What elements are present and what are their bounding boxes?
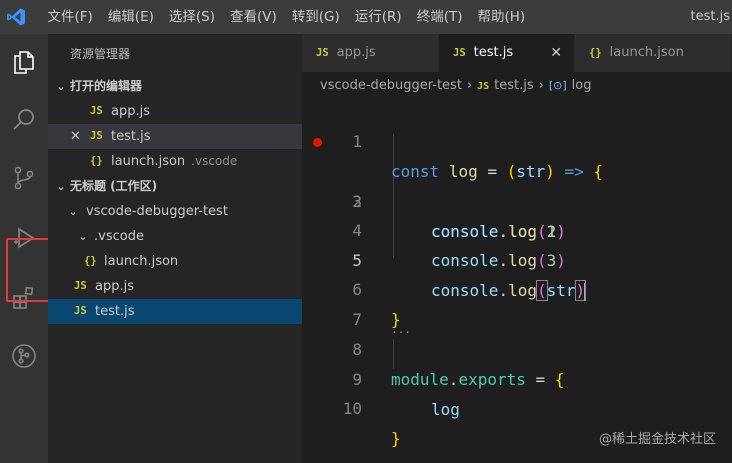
code-text: } [391,429,401,448]
source-control-icon[interactable] [0,154,48,202]
workspace-header[interactable]: ⌄ 无标题 (工作区) [48,174,302,199]
chevron-down-icon: ⌄ [56,80,66,93]
breadcrumb-symbol[interactable]: log [572,78,592,93]
window-title: test.js [690,9,730,24]
code-line-4: 4 console.log(3) [302,186,732,270]
git-graph-icon[interactable] [0,332,48,380]
code-line-8: 8 module.exports = { [302,305,732,389]
watermark: @稀土掘金技术社区 [598,432,716,447]
workspace-label: 无标题 (工作区) [70,179,158,193]
tree-folder-label: .vscode [94,229,144,244]
json-file-icon: {} [84,255,97,267]
tab-test-js[interactable]: JS test.js ✕ [439,34,575,72]
menu-bar: 文件(F) 编辑(E) 选择(S) 查看(V) 转到(G) 运行(R) 终端(T… [32,0,533,34]
breadcrumb-folder[interactable]: vscode-debugger-test [320,78,462,93]
activity-bar [0,34,52,463]
explorer-sidebar: 资源管理器 ⌄ 打开的编辑器 JS app.js ✕ JS test.js {}… [48,34,302,463]
tab-label: launch.json [609,45,684,60]
code-line-5: 5 console.log(str) [302,216,732,301]
js-file-icon: JS [316,47,329,59]
chevron-right-icon: › [538,78,544,93]
explorer-title: 资源管理器 [70,47,131,61]
tree-file-app-js[interactable]: JS app.js [48,274,302,299]
menu-terminal[interactable]: 终端(T) [409,0,470,34]
open-editor-item-app-js[interactable]: JS app.js [48,99,302,124]
open-editors-header[interactable]: ⌄ 打开的编辑器 [48,74,302,99]
breadcrumb: vscode-debugger-test › JS test.js › [⊙] log [302,72,732,100]
json-file-icon: {} [589,47,602,59]
code-line-1: 1 const log = (str) => { [302,97,732,181]
open-editor-label: launch.json [111,154,186,169]
tab-launch-json[interactable]: {} launch.json [575,34,732,72]
open-editor-label: test.js [111,129,151,144]
js-file-icon: JS [453,47,466,59]
menu-go[interactable]: 转到(G) [284,0,347,34]
menu-selection[interactable]: 选择(S) [161,0,222,34]
tree-file-launch-json[interactable]: {} launch.json [48,249,302,274]
open-editor-item-launch-json[interactable]: {} launch.json .vscode [48,149,302,174]
search-icon[interactable] [0,96,48,144]
breakpoint-icon[interactable] [313,138,322,147]
open-editor-label: app.js [111,104,150,119]
tree-file-label: launch.json [104,254,179,269]
code-text: log [431,400,460,419]
open-editor-desc: .vscode [191,154,238,168]
tab-label: test.js [473,45,514,60]
menu-file[interactable]: 文件(F) [40,0,100,34]
open-editor-label-wrap: launch.json .vscode [111,149,237,174]
js-file-icon: JS [90,105,103,117]
menu-help[interactable]: 帮助(H) [470,0,533,34]
vscode-logo-icon [0,0,32,34]
tree-file-label: app.js [95,279,134,294]
code-line-3: 3 console.log(2) [302,157,732,241]
run-debug-highlight-box [6,238,52,302]
chevron-down-icon: ⌄ [68,205,78,218]
js-file-icon: JS [74,305,87,317]
json-file-icon: {} [90,155,103,167]
code-line-10: 10 } [302,364,732,448]
title-bar: 文件(F) 编辑(E) 选择(S) 查看(V) 转到(G) 运行(R) 终端(T… [0,0,732,34]
code-line-7: 7 [302,275,732,329]
tree-file-label: test.js [95,304,135,319]
chevron-down-icon: ⌄ [56,180,66,193]
code-line-9: 9 log [302,335,732,419]
close-icon[interactable]: ✕ [550,34,562,72]
tree-folder-root[interactable]: ⌄ vscode-debugger-test [48,199,302,224]
tree-folder-vscode[interactable]: ⌄ .vscode [48,224,302,249]
menu-edit[interactable]: 编辑(E) [100,0,161,34]
chevron-right-icon: › [466,78,473,93]
code-line-6: 6 } [302,245,732,329]
code-line-2: 2 console.log(1) [302,127,732,241]
code-editor[interactable]: 1 const log = (str) => { 2 console.log(1… [302,100,732,463]
tree-file-test-js[interactable]: JS test.js [48,299,302,324]
tab-label: app.js [336,45,376,60]
menu-run[interactable]: 运行(R) [347,0,409,34]
tree-folder-label: vscode-debugger-test [86,204,228,219]
js-file-icon: JS [90,130,103,142]
open-editor-item-test-js[interactable]: ✕ JS test.js [48,124,302,149]
explorer-icon[interactable] [0,38,48,86]
variable-symbol-icon: [⊙] [548,79,567,92]
open-editors-label: 打开的编辑器 [70,79,143,93]
tab-app-js[interactable]: JS app.js [302,34,439,72]
js-file-icon: JS [477,81,490,92]
js-file-icon: JS [74,280,87,292]
line-number: 10 [342,399,362,418]
menu-view[interactable]: 查看(V) [223,0,285,34]
editor-tabs: JS app.js JS test.js ✕ {} launch.json [302,34,732,72]
close-icon[interactable]: ✕ [70,124,81,149]
chevron-down-icon: ⌄ [78,230,88,243]
breadcrumb-file[interactable]: test.js [494,78,533,93]
